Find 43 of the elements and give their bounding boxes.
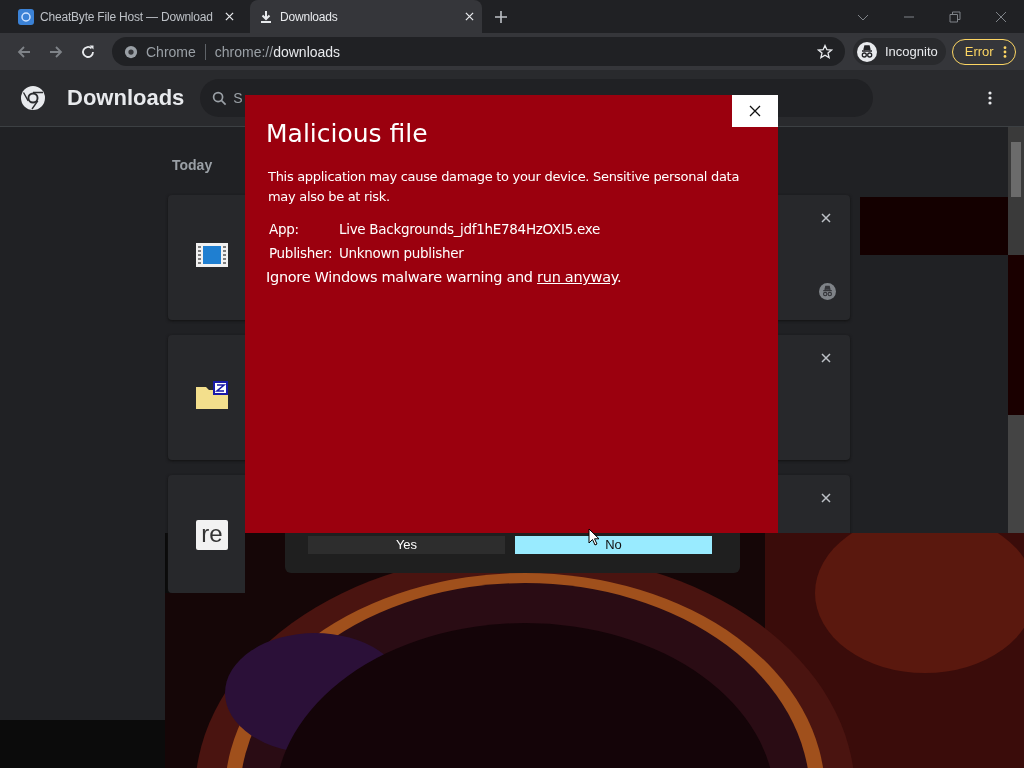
run-anyway-link[interactable]: run anyway xyxy=(537,269,617,285)
ignore-sentence: Ignore Windows malware warning and run anyway. xyxy=(266,268,623,287)
page-label: Chrome xyxy=(146,43,196,60)
plus-icon[interactable] xyxy=(494,9,508,24)
zip-folder-icon xyxy=(196,381,228,409)
incognito-icon xyxy=(857,41,877,62)
kebab-icon xyxy=(1002,44,1007,59)
chrome-icon xyxy=(124,44,138,59)
close-icon[interactable] xyxy=(821,493,831,503)
scrollbar[interactable] xyxy=(1008,127,1024,533)
chrome-logo-icon xyxy=(20,85,46,111)
search-icon xyxy=(212,90,228,106)
close-button[interactable] xyxy=(732,95,778,127)
download-icon xyxy=(258,8,274,25)
browser-tab[interactable]: Downloads xyxy=(250,0,482,33)
restore-icon[interactable] xyxy=(949,10,961,23)
browser-tab[interactable]: CheatByte File Host — Download xyxy=(10,0,242,33)
url-text: chrome://downloads xyxy=(214,43,341,60)
close-icon[interactable] xyxy=(821,213,831,223)
prompt-button[interactable]: No xyxy=(515,536,712,554)
publisher-name: Unknown publisher xyxy=(339,244,464,263)
field-label: Publisher: xyxy=(269,244,334,263)
app-name: Live Backgrounds_jdf1hE784HzOXI5.exe xyxy=(339,220,600,239)
scrollbar-thumb[interactable] xyxy=(1011,142,1021,197)
prompt-button[interactable]: Yes xyxy=(308,536,505,554)
section-heading: Today xyxy=(172,157,213,173)
star-icon[interactable] xyxy=(817,43,833,60)
reload-icon[interactable] xyxy=(80,43,96,60)
dialog-title: Malicious file xyxy=(266,119,429,148)
page-title: Downloads xyxy=(67,85,185,111)
dialog-message: This application may cause damage to your device. Sensitive personal data may also be at risk. xyxy=(267,168,741,206)
close-icon[interactable] xyxy=(821,353,831,363)
incognito-chip[interactable]: Incognito xyxy=(853,38,946,65)
film-icon xyxy=(196,243,228,267)
forward-icon[interactable] xyxy=(48,43,64,60)
field-label: App: xyxy=(269,220,300,239)
app-icon: re xyxy=(196,520,228,550)
address-bar[interactable]: Chrome chrome://downloads xyxy=(112,37,845,66)
site-icon xyxy=(18,8,34,25)
cursor-icon xyxy=(588,528,600,546)
close-icon xyxy=(749,105,761,117)
menu-icon[interactable] xyxy=(988,90,992,106)
back-icon[interactable] xyxy=(16,43,32,60)
